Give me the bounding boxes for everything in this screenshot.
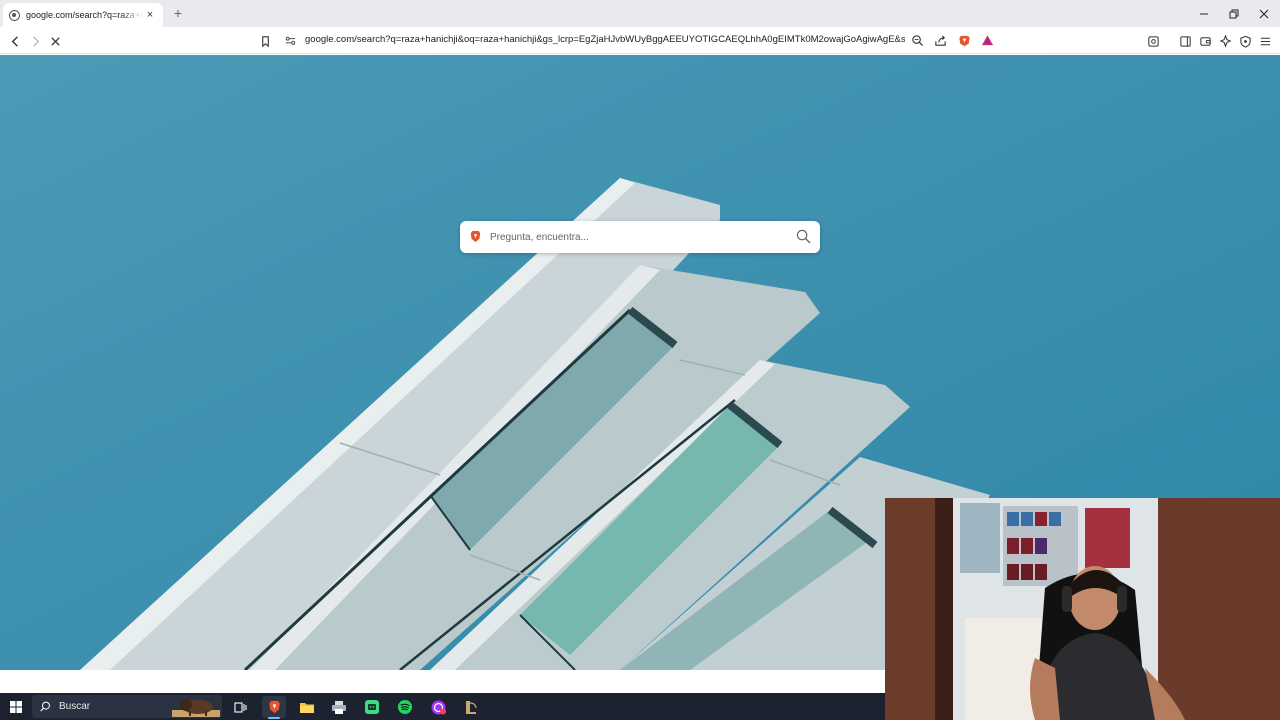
brave-shields-icon[interactable] (954, 30, 974, 50)
task-view-icon[interactable] (228, 696, 252, 718)
search-input[interactable] (490, 227, 790, 247)
browser-tab[interactable]: google.com/search?q=raza+hanichji × (3, 3, 163, 27)
windows-taskbar: Buscar (0, 693, 885, 720)
spotify-icon[interactable] (393, 696, 417, 718)
taskbar-search[interactable]: Buscar (32, 695, 222, 718)
search-box[interactable] (460, 221, 820, 253)
globe-icon (9, 9, 20, 21)
restore-icon[interactable] (1218, 0, 1250, 27)
zoom-icon[interactable] (907, 30, 927, 50)
search-icon[interactable] (796, 229, 811, 244)
taskbar-search-label: Buscar (59, 701, 91, 712)
bookmark-icon[interactable] (255, 31, 275, 51)
search-icon (40, 701, 50, 712)
webcam-overlay (885, 498, 1280, 720)
printer-app-icon[interactable] (327, 696, 351, 718)
browser-toolbar: google.com/search?q=raza+hanichji&oq=raz… (0, 27, 1280, 54)
tab-strip: google.com/search?q=raza+hanichji × + (0, 0, 1280, 27)
tab-search-icon[interactable] (1143, 31, 1163, 51)
share-icon[interactable] (930, 30, 950, 50)
windows-start-icon[interactable] (4, 696, 28, 718)
url-text[interactable]: google.com/search?q=raza+hanichji&oq=raz… (305, 34, 905, 45)
messenger-icon[interactable] (426, 696, 450, 718)
tab-close-icon[interactable]: × (143, 9, 157, 21)
android-studio-icon[interactable] (360, 696, 384, 718)
new-tab-button[interactable]: + (170, 4, 186, 22)
tab-title: google.com/search?q=raza+hanichji (26, 10, 143, 20)
vpn-shield-icon[interactable] (1235, 31, 1255, 51)
address-bar[interactable]: google.com/search?q=raza+hanichji&oq=raz… (280, 29, 1000, 52)
file-explorer-icon[interactable] (295, 696, 319, 718)
minimize-icon[interactable] (1188, 0, 1220, 27)
site-settings-icon[interactable] (280, 30, 300, 50)
sidebar-icon[interactable] (1175, 31, 1195, 51)
forward-icon[interactable] (25, 31, 45, 51)
menu-icon[interactable] (1255, 31, 1275, 51)
brave-rewards-icon[interactable] (977, 30, 997, 50)
page-bottom-strip (0, 670, 885, 693)
league-of-legends-icon[interactable] (458, 696, 482, 718)
brave-logo-icon (470, 231, 481, 242)
stop-loading-icon[interactable] (45, 31, 65, 51)
brave-taskbar-icon[interactable] (262, 696, 286, 719)
leo-ai-icon[interactable] (1215, 31, 1235, 51)
wallet-icon[interactable] (1195, 31, 1215, 51)
close-window-icon[interactable] (1248, 0, 1280, 27)
bison-doodle-icon (172, 699, 220, 717)
back-icon[interactable] (5, 31, 25, 51)
